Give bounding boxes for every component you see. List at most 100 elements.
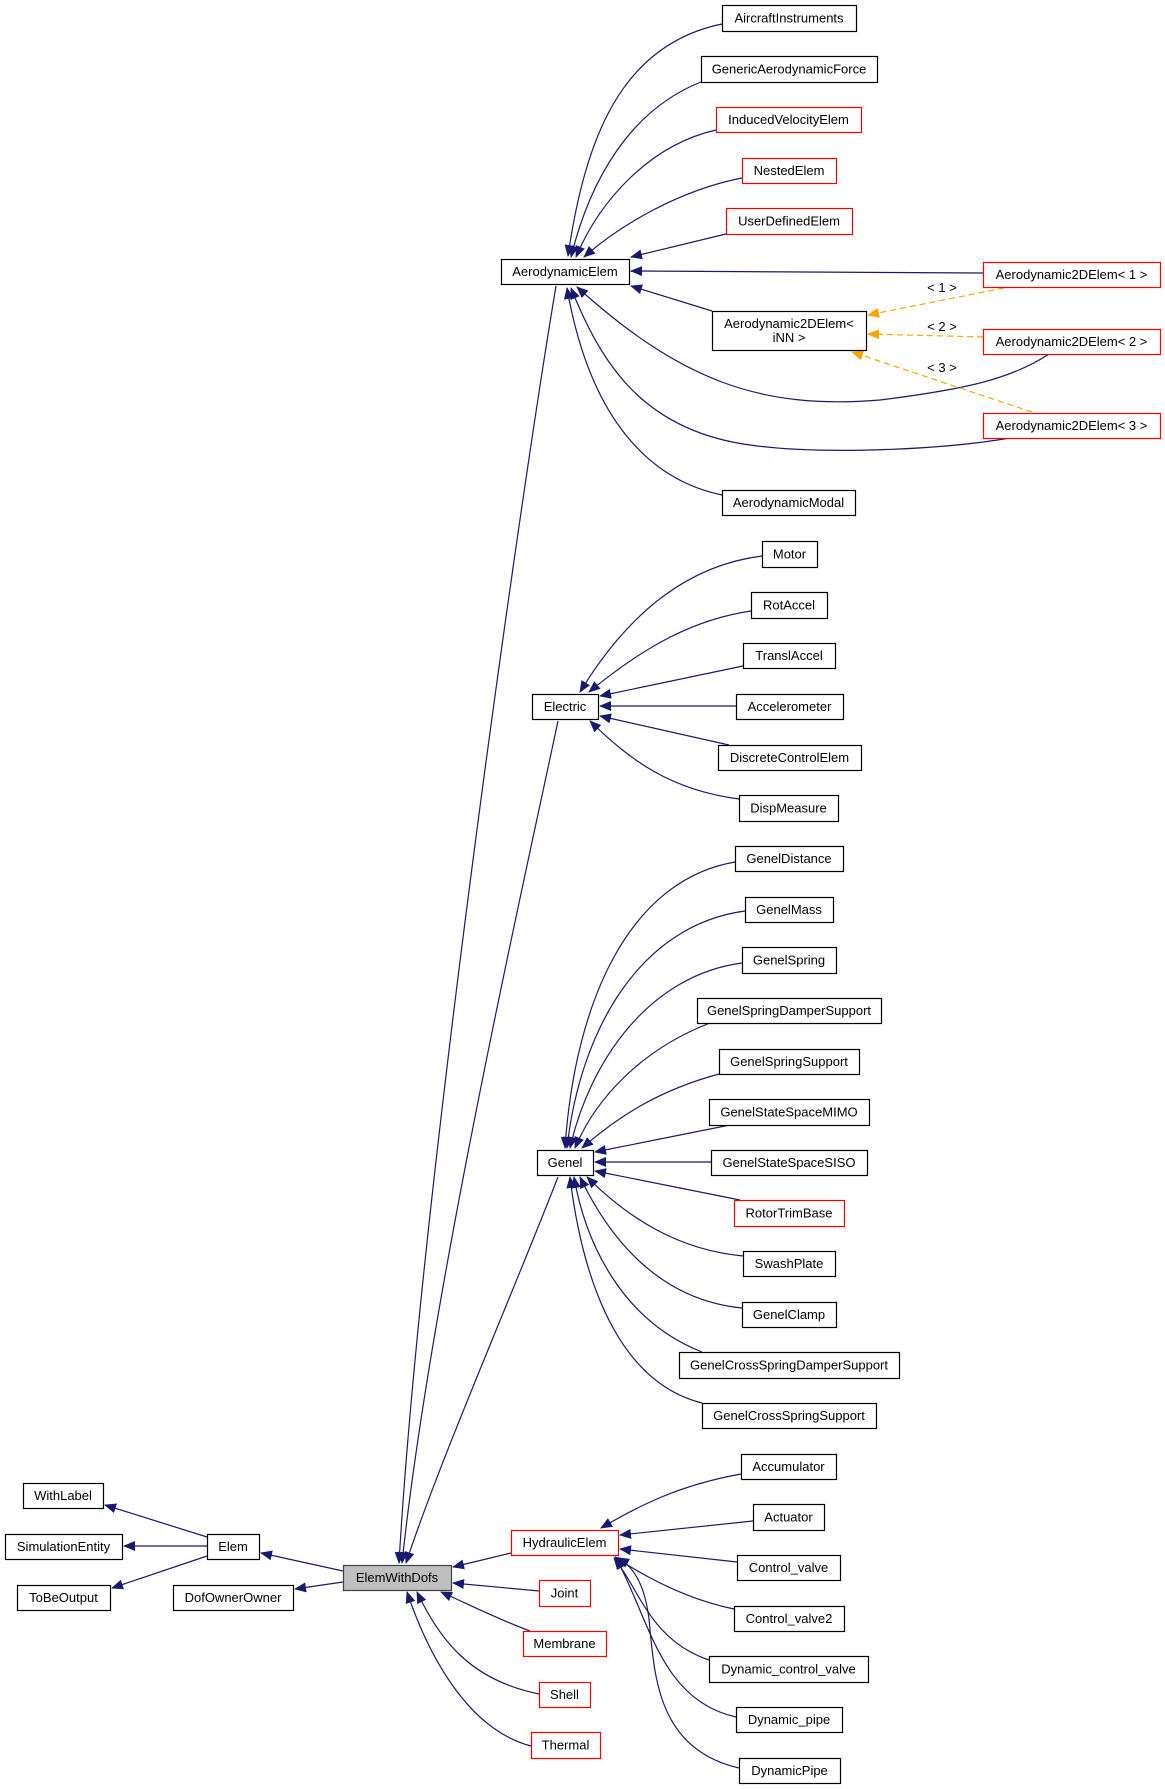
class-node-control-valve2[interactable]: Control_valve2 bbox=[733, 1605, 846, 1633]
edge-dynamic-control-valve-to-hydraulicelem bbox=[613, 1557, 710, 1661]
class-node-aircraftinstruments[interactable]: AircraftInstruments bbox=[721, 4, 858, 33]
class-node-genelstatespacemimo[interactable]: GenelStateSpaceMIMO bbox=[708, 1098, 871, 1127]
node-label: Electric bbox=[544, 699, 587, 714]
node-label: ElemWithDofs bbox=[356, 1570, 439, 1585]
node-label: RotorTrimBase bbox=[746, 1206, 833, 1221]
class-node-accelerometer[interactable]: Accelerometer bbox=[735, 693, 845, 721]
class-node-elemwithdofs[interactable]: ElemWithDofs bbox=[342, 1564, 453, 1592]
node-label: Motor bbox=[773, 547, 807, 562]
edge-aero2d-1-to-aerodynamicelem bbox=[630, 266, 984, 277]
class-node-joint[interactable]: Joint bbox=[538, 1579, 592, 1608]
edge-dispmeasure-to-electric bbox=[589, 720, 740, 800]
class-node-aero2d-inn[interactable]: Aerodynamic2DElem< iNN > bbox=[711, 310, 868, 352]
class-node-membrane[interactable]: Membrane bbox=[522, 1630, 608, 1658]
class-node-genelmass[interactable]: GenelMass bbox=[744, 896, 835, 924]
class-node-actuator[interactable]: Actuator bbox=[752, 1503, 826, 1532]
edge-actuator-to-hydraulicelem bbox=[619, 1520, 754, 1539]
node-label: Accumulator bbox=[752, 1459, 825, 1474]
node-label: AircraftInstruments bbox=[734, 11, 844, 26]
edge-aero2d-2-to-aero2d-inn bbox=[867, 329, 984, 340]
class-node-aerodynamicmodal[interactable]: AerodynamicModal bbox=[721, 489, 857, 517]
edge-elem-to-tobeoutput bbox=[111, 1555, 208, 1590]
class-node-dofownerowner[interactable]: DofOwnerOwner bbox=[172, 1584, 295, 1612]
edge-genelstatespacemimo-to-genel bbox=[594, 1124, 731, 1155]
class-node-genelclamp[interactable]: GenelClamp bbox=[741, 1301, 838, 1329]
edge-translaccel-to-electric bbox=[599, 665, 744, 699]
class-node-nestedelem[interactable]: NestedElem bbox=[741, 157, 838, 185]
class-node-aerodynamicelem[interactable]: AerodynamicElem bbox=[500, 258, 631, 286]
node-label: Genel bbox=[548, 1155, 583, 1170]
edge-membrane-to-elemwithdofs bbox=[440, 1591, 531, 1632]
node-label: GenelClamp bbox=[753, 1307, 825, 1322]
node-label: Control_valve2 bbox=[746, 1611, 833, 1626]
node-label: Aerodynamic2DElem< 3 > bbox=[996, 418, 1148, 433]
edge-genericaerodynamicforce-to-aerodynamicelem bbox=[568, 81, 702, 258]
node-label: WithLabel bbox=[34, 1488, 92, 1503]
node-label: AerodynamicElem bbox=[512, 264, 618, 279]
class-node-genelcrossspringsupport[interactable]: GenelCrossSpringSupport bbox=[701, 1402, 878, 1430]
class-node-electric[interactable]: Electric bbox=[531, 693, 600, 721]
class-node-motor[interactable]: Motor bbox=[761, 540, 819, 569]
class-node-translaccel[interactable]: TranslAccel bbox=[742, 642, 837, 670]
node-label: GenelSpring bbox=[753, 953, 825, 968]
class-node-thermal[interactable]: Thermal bbox=[530, 1731, 602, 1760]
node-label-line: Aerodynamic2DElem< bbox=[724, 316, 854, 331]
node-label: GenelCrossSpringDamperSupport bbox=[690, 1358, 888, 1373]
edge-userdefinedelem-to-aerodynamicelem bbox=[630, 232, 731, 260]
class-node-dynamicpipe[interactable]: DynamicPipe bbox=[738, 1757, 842, 1785]
class-node-withlabel[interactable]: WithLabel bbox=[22, 1482, 105, 1510]
node-label: SwashPlate bbox=[755, 1256, 824, 1271]
class-node-shell[interactable]: Shell bbox=[538, 1681, 592, 1709]
class-node-simulationentity[interactable]: SimulationEntity bbox=[4, 1533, 124, 1561]
class-node-genel[interactable]: Genel bbox=[536, 1149, 595, 1177]
node-label: Control_valve bbox=[749, 1560, 829, 1575]
class-node-inducedvelocityelem[interactable]: InducedVelocityElem bbox=[715, 106, 863, 134]
class-node-rotortrimbase[interactable]: RotorTrimBase bbox=[733, 1199, 846, 1228]
edge-swashplate-to-genel bbox=[586, 1176, 744, 1257]
class-node-genelcrossspringdampersupport[interactable]: GenelCrossSpringDamperSupport bbox=[678, 1351, 901, 1380]
node-label: Accelerometer bbox=[748, 699, 832, 714]
class-node-aero2d-3[interactable]: Aerodynamic2DElem< 3 > bbox=[982, 412, 1162, 440]
edge-shell-to-elemwithdofs bbox=[416, 1591, 540, 1695]
class-node-dynamic-control-valve[interactable]: Dynamic_control_valve bbox=[708, 1655, 870, 1684]
edge-motor-to-electric bbox=[579, 555, 763, 693]
node-label: GenelSpringDamperSupport bbox=[707, 1003, 871, 1018]
edge-aero2d-inn-to-aerodynamicelem bbox=[630, 284, 713, 312]
class-node-genericaerodynamicforce[interactable]: GenericAerodynamicForce bbox=[700, 55, 879, 84]
class-node-hydraulicelem[interactable]: HydraulicElem bbox=[510, 1529, 620, 1557]
edge-nestedelem-to-aerodynamicelem bbox=[583, 177, 743, 258]
class-node-geneldistance[interactable]: GenelDistance bbox=[734, 845, 845, 873]
node-label: GenelStateSpaceSISO bbox=[723, 1155, 856, 1170]
edge-label: < 2 > bbox=[927, 319, 957, 334]
class-node-aero2d-1[interactable]: Aerodynamic2DElem< 1 > bbox=[982, 261, 1162, 289]
node-label: GenelStateSpaceMIMO bbox=[720, 1105, 857, 1120]
class-node-rotaccel[interactable]: RotAccel bbox=[750, 591, 829, 620]
diagram-svg: < 1 > < 2 > < 3 > WithLabel SimulationEntit… bbox=[4, 4, 1162, 1785]
edge-aircraftinstruments-to-aerodynamicelem bbox=[564, 23, 723, 257]
edge-hydraulicelem-to-elemwithdofs bbox=[452, 1552, 512, 1570]
edge-genelspringsupport-to-genel bbox=[581, 1073, 720, 1149]
edge-aerodynamicmodal-to-aerodynamicelem bbox=[563, 287, 723, 496]
inheritance-diagram: < 1 > < 2 > < 3 > WithLabel SimulationEntit… bbox=[0, 0, 1165, 1789]
edge-elemwithdofs-to-elem bbox=[260, 1550, 344, 1572]
class-node-aero2d-2[interactable]: Aerodynamic2DElem< 2 > bbox=[982, 328, 1162, 356]
edge-thermal-to-elemwithdofs bbox=[405, 1591, 532, 1747]
class-node-swashplate[interactable]: SwashPlate bbox=[742, 1250, 837, 1278]
class-node-userdefinedelem[interactable]: UserDefinedElem bbox=[725, 207, 854, 236]
class-node-accumulator[interactable]: Accumulator bbox=[740, 1453, 838, 1481]
class-node-control-valve[interactable]: Control_valve bbox=[736, 1554, 842, 1582]
class-node-dynamic-pipe[interactable]: Dynamic_pipe bbox=[735, 1706, 844, 1734]
node-label: DiscreteControlElem bbox=[730, 750, 849, 765]
class-node-elem[interactable]: Elem bbox=[206, 1533, 261, 1561]
class-node-genelspring[interactable]: GenelSpring bbox=[741, 946, 838, 975]
edge-genelclamp-to-genel bbox=[579, 1176, 743, 1309]
class-node-genelspringsupport[interactable]: GenelSpringSupport bbox=[718, 1048, 861, 1076]
class-node-genelstatespacesiso[interactable]: GenelStateSpaceSISO bbox=[710, 1149, 869, 1177]
class-node-tobeoutput[interactable]: ToBeOutput bbox=[16, 1584, 112, 1612]
node-label: TranslAccel bbox=[755, 648, 823, 663]
edge-genelspringdampersupport-to-genel bbox=[574, 1022, 711, 1149]
class-node-genelspringdampersupport[interactable]: GenelSpringDamperSupport bbox=[696, 997, 883, 1025]
node-label-line: iNN > bbox=[773, 330, 806, 345]
class-node-discretecontrolelem[interactable]: DiscreteControlElem bbox=[717, 744, 863, 772]
class-node-dispmeasure[interactable]: DispMeasure bbox=[738, 794, 840, 823]
